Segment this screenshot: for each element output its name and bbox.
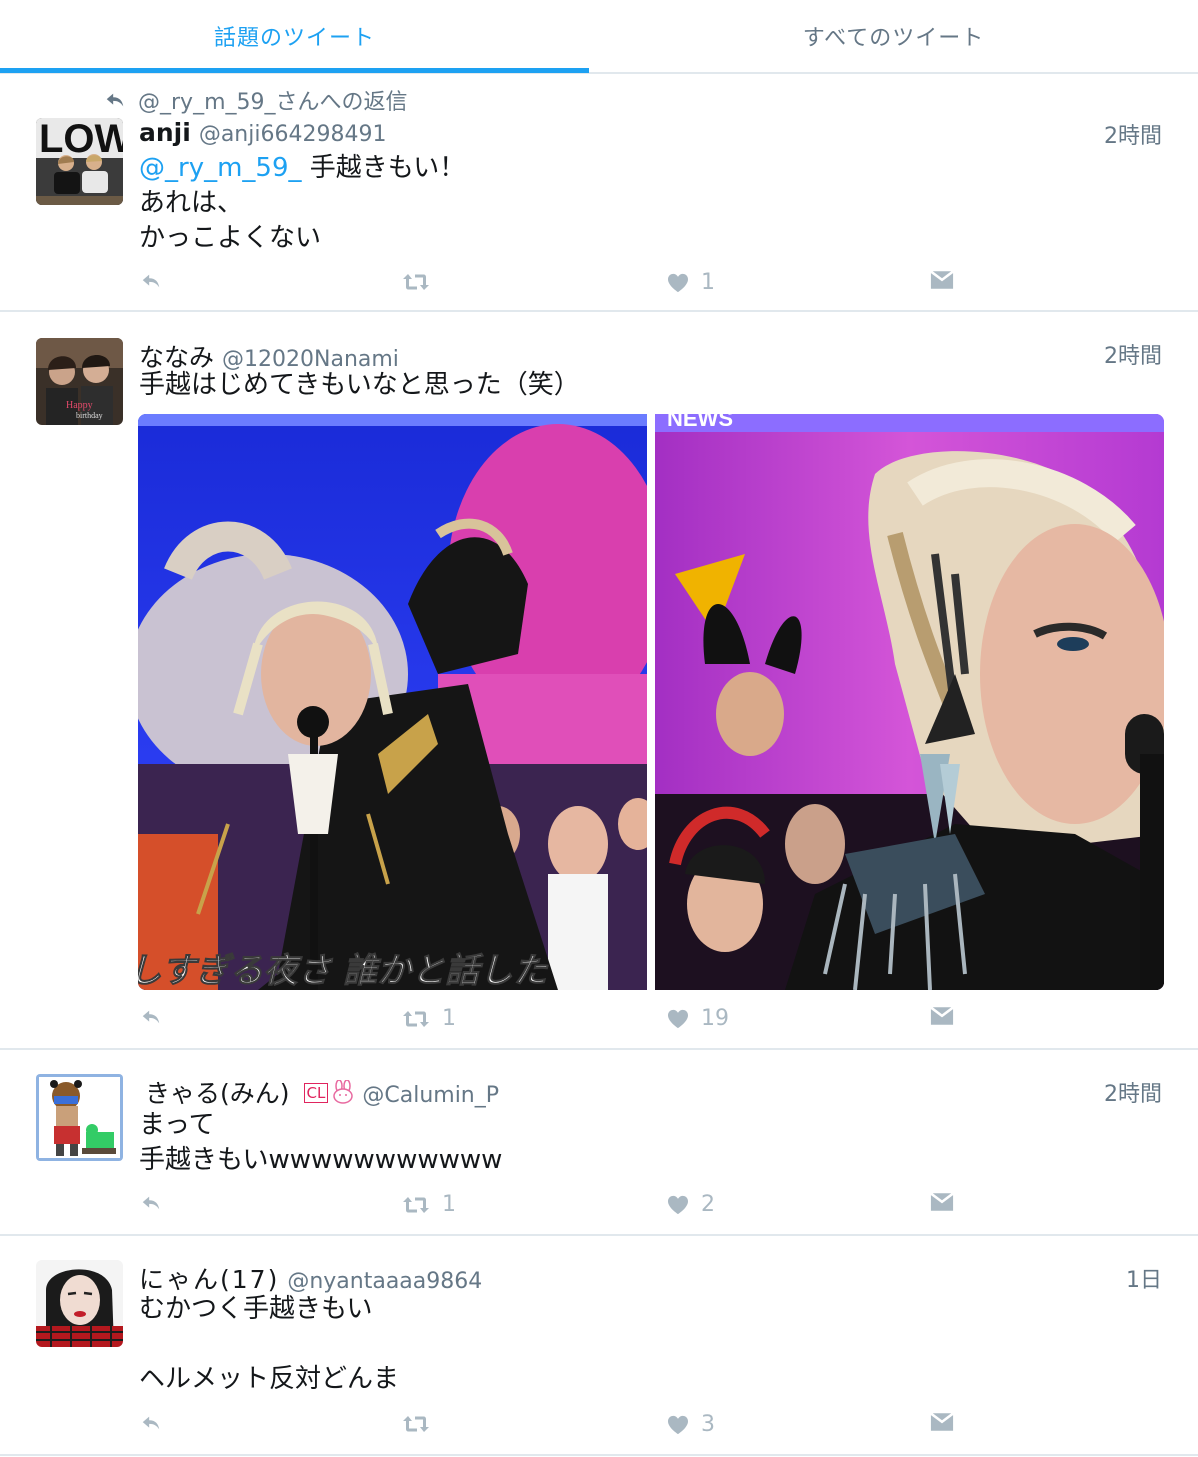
display-name[interactable]: にゃん(17): [139, 1260, 279, 1296]
display-name[interactable]: anji: [139, 118, 191, 147]
envelope-icon: [930, 1006, 954, 1027]
heart-icon: [667, 1009, 689, 1029]
avatar[interactable]: [36, 1260, 123, 1347]
like-button[interactable]: 2: [667, 1192, 715, 1217]
reply-icon: [139, 1192, 163, 1214]
tweet-text: 手越はじめてきもいなと思った（笑）: [139, 368, 580, 403]
reply-button[interactable]: [139, 1192, 163, 1214]
tweet-actions: 1: [0, 270, 1198, 300]
tweet-timestamp[interactable]: 2時間: [1104, 118, 1162, 150]
tweet-text-line: 手越きもいwwwwwwwwwww: [139, 1145, 503, 1175]
like-button[interactable]: 19: [667, 1006, 729, 1031]
dm-button[interactable]: [930, 1192, 954, 1213]
screen-name[interactable]: @nyantaaaa9864: [287, 1269, 482, 1294]
dm-button[interactable]: [930, 1412, 954, 1433]
avatar[interactable]: [36, 1074, 123, 1161]
tweet-text-line: まって: [139, 1110, 215, 1140]
dm-button[interactable]: [930, 1006, 954, 1027]
active-tab-indicator: [0, 68, 589, 73]
media-photo[interactable]: しすぎる夜さ 誰かと話した: [138, 414, 668, 990]
retweet-button[interactable]: 1: [402, 1192, 456, 1217]
tweet-timestamp[interactable]: 2時間: [1104, 1076, 1162, 1108]
tweet-text-segment: 手越きもい！: [309, 153, 466, 183]
tweet-header: anji @anji664298491: [139, 118, 386, 147]
tweet-timestamp[interactable]: 1日: [1126, 1262, 1162, 1294]
tweet-timestamp[interactable]: 2時間: [1104, 338, 1162, 370]
tweet-header: きゃる(みん) CL @Calumin_P: [145, 1074, 499, 1110]
tweet-item[interactable]: @_ry_m_59_さんへの返信 LOW anji @anji664298491…: [0, 74, 1198, 312]
retweet-count: 1: [442, 1192, 456, 1217]
avatar[interactable]: Happy birthday: [36, 338, 123, 425]
retweet-icon: [402, 1007, 430, 1031]
heart-icon: [667, 1195, 689, 1215]
heart-icon: [667, 1415, 689, 1435]
mention-link[interactable]: @_ry_m_59_: [139, 153, 302, 183]
media-caption: しすぎる夜さ 誰かと話した: [138, 951, 549, 990]
svg-text:birthday: birthday: [76, 411, 103, 420]
dm-button[interactable]: [930, 270, 954, 291]
retweet-count: 1: [442, 1006, 456, 1031]
heart-icon: [667, 273, 689, 293]
reply-context-label: @_ry_m_59_さんへの返信: [138, 90, 408, 115]
svg-text:Happy: Happy: [66, 400, 93, 411]
like-count: 2: [701, 1192, 715, 1217]
tweet-header: にゃん(17) @nyantaaaa9864: [139, 1260, 482, 1296]
tweet-text-line: あれは、: [139, 188, 244, 218]
display-name[interactable]: きゃる(みん): [145, 1074, 290, 1110]
avatar[interactable]: LOW: [36, 118, 123, 205]
tweet-text: むかつく手越きもい ヘルメット反対どんま: [139, 1292, 399, 1397]
tweet-text-line: @_ry_m_59_ 手越きもい！: [139, 151, 465, 186]
tweet-text-line: むかつく手越きもい: [139, 1294, 373, 1324]
like-button[interactable]: 3: [667, 1412, 715, 1437]
reply-arrow-icon: [102, 89, 128, 111]
tweet-text: @_ry_m_59_ 手越きもい！ あれは、 かっこよくない: [139, 151, 465, 256]
media-photo[interactable]: NEWS: [655, 414, 1164, 990]
tweet-item[interactable]: きゃる(みん) CL @Calumin_P 2時間 まって 手越きもいwwwww…: [0, 1050, 1198, 1236]
retweet-button[interactable]: [402, 1412, 442, 1436]
tweet-text: まって 手越きもいwwwwwwwwwww: [139, 1108, 502, 1178]
tweet-item[interactable]: にゃん(17) @nyantaaaa9864 1日 むかつく手越きもい ヘルメッ…: [0, 1236, 1198, 1456]
reply-icon: [139, 1006, 163, 1028]
tweet-media: しすぎる夜さ 誰かと話した NEWS: [138, 414, 1164, 990]
like-count: 1: [701, 270, 715, 295]
screen-name[interactable]: @Calumin_P: [362, 1083, 499, 1108]
tab-top-tweets[interactable]: 話題のツイート: [0, 0, 589, 72]
like-count: 3: [701, 1412, 715, 1437]
reply-context: @_ry_m_59_さんへの返信: [102, 84, 408, 116]
media-logo: NEWS: [667, 414, 733, 431]
tab-all-tweets[interactable]: すべてのツイート: [589, 0, 1198, 72]
tweet-text-line: ヘルメット反対どんま: [139, 1364, 400, 1394]
tweet-text-line: 手越はじめてきもいなと思った（笑）: [139, 370, 580, 400]
retweet-icon: [402, 1193, 430, 1217]
tweet-actions: 3: [0, 1412, 1198, 1442]
like-button[interactable]: 1: [667, 270, 715, 295]
rabbit-icon: [332, 1079, 354, 1108]
reply-button[interactable]: [139, 270, 163, 292]
tweet-text-line: [139, 1327, 399, 1362]
tweet-actions: 1 19: [0, 1006, 1198, 1036]
retweet-button[interactable]: [402, 270, 442, 294]
tweet-actions: 1 2: [0, 1192, 1198, 1222]
svg-text:LOW: LOW: [39, 118, 123, 161]
screen-name[interactable]: @anji664298491: [199, 122, 387, 147]
like-count: 19: [701, 1006, 729, 1031]
tweet-item[interactable]: Happy birthday ななみ @12020Nanami 2時間 手越はじ…: [0, 312, 1198, 1050]
cl-badge: CL: [303, 1083, 329, 1103]
envelope-icon: [930, 270, 954, 291]
retweet-button[interactable]: 1: [402, 1006, 456, 1031]
reply-icon: [139, 1412, 163, 1434]
envelope-icon: [930, 1192, 954, 1213]
retweet-icon: [402, 270, 430, 294]
reply-icon: [139, 270, 163, 292]
tweet-text-line: かっこよくない: [139, 223, 322, 253]
envelope-icon: [930, 1412, 954, 1433]
reply-button[interactable]: [139, 1412, 163, 1434]
timeline-tabs: 話題のツイート すべてのツイート: [0, 0, 1198, 74]
reply-button[interactable]: [139, 1006, 163, 1028]
retweet-icon: [402, 1412, 430, 1436]
